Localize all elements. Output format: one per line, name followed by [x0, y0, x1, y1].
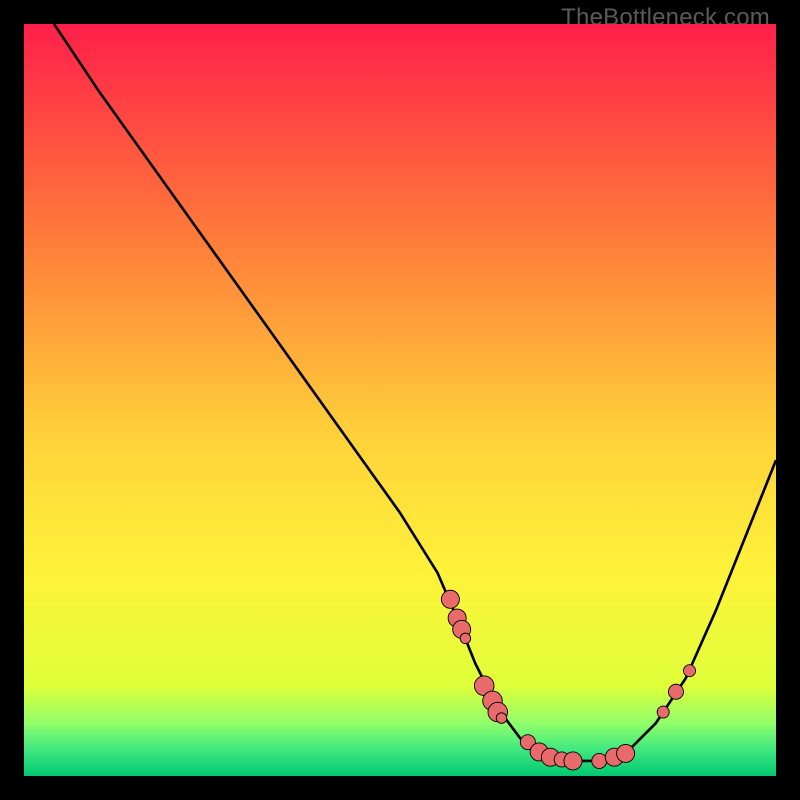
curve-marker	[564, 752, 582, 770]
curve-marker	[496, 713, 507, 724]
curve-marker	[460, 633, 471, 644]
curve-marker	[657, 706, 669, 718]
curve-marker	[441, 590, 459, 608]
curve-marker	[617, 744, 635, 762]
chart-svg	[24, 24, 776, 776]
curve-marker	[668, 684, 683, 699]
chart-frame	[24, 24, 776, 776]
curve-marker	[684, 665, 696, 677]
curve-marker	[592, 753, 607, 768]
gradient-background	[24, 24, 776, 776]
